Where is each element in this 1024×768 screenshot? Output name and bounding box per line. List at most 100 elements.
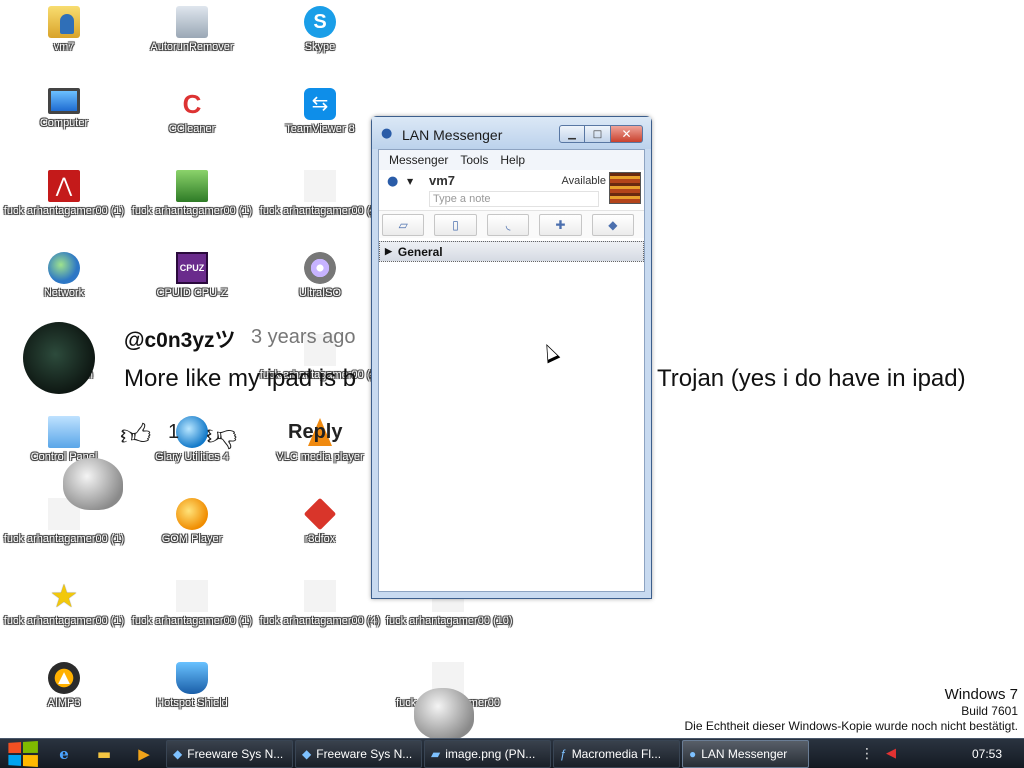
desktop-icon[interactable]: r3dfox: [256, 492, 384, 570]
desktop-icon-label: CCleaner: [168, 123, 216, 135]
desktop-icon[interactable]: GOM Player: [128, 492, 256, 570]
macromedia-icon: ƒ: [560, 746, 567, 761]
glary-utilities-icon: [176, 416, 208, 448]
profile-panel: ● ▼ vm7 Available Type a note: [379, 170, 644, 210]
aimp-icon: ▲: [48, 662, 80, 694]
desktop-icon[interactable]: ▲ AIMP3: [0, 656, 128, 734]
gom-player-icon: [176, 498, 208, 530]
media-player-icon[interactable]: ▶: [124, 739, 164, 768]
taskbar-item-label: Freeware Sys N...: [316, 746, 413, 761]
desktop-icon-label: VLC media player: [276, 451, 364, 463]
desktop-icon[interactable]: AutorunRemover: [128, 0, 256, 78]
desktop-icon[interactable]: fuck arhantagamer00 (2): [256, 164, 384, 242]
desktop-icon-label: CPUID CPU-Z: [156, 287, 228, 299]
desktop-icon[interactable]: CPUZ CPUID CPU-Z: [128, 246, 256, 324]
broadcast-icon: ◟: [505, 217, 511, 232]
taskbar-item[interactable]: ◆ Freeware Sys N...: [295, 739, 422, 768]
desktop-icon[interactable]: UltraISO: [256, 246, 384, 324]
desktop-icon[interactable]: ⇆ TeamViewer 8: [256, 82, 384, 160]
tray-overflow-icon[interactable]: ⋮: [854, 746, 880, 762]
window-title: LAN Messenger: [402, 127, 503, 143]
desktop-icon-label: fuck arhantagamer00 (1): [3, 205, 125, 217]
desktop-icon[interactable]: Network: [0, 246, 128, 324]
maximize-button[interactable]: □: [585, 125, 611, 143]
menu-help[interactable]: Help: [494, 153, 531, 167]
control-panel-icon: [48, 416, 80, 448]
desktop-icon[interactable]: S Skype: [256, 0, 384, 78]
window-controls: ▁ □ ✕: [559, 125, 643, 143]
desktop-icon-label: Skype: [304, 41, 336, 53]
script-icon: [176, 170, 208, 202]
taskbar-item[interactable]: ▰ image.png (PN...: [424, 739, 551, 768]
toolbar-button-2[interactable]: ◟: [486, 213, 530, 236]
toolbar-button-4[interactable]: ◆: [591, 213, 635, 236]
toolbar-button-1[interactable]: ▯: [434, 213, 477, 236]
desktop-icon-label: fuck arhantagamer00 (1): [131, 205, 253, 217]
desktop-icon-label: UltraISO: [298, 287, 342, 299]
taskbar-item[interactable]: ◆ Freeware Sys N...: [166, 739, 293, 768]
lan-messenger-window[interactable]: ● LAN Messenger ▁ □ ✕ Messenger Tools He…: [371, 116, 652, 599]
taskbar-item[interactable]: ƒ Macromedia Fl...: [553, 739, 680, 768]
toolbar: ▱ ▯ ◟ ✚ ◆: [379, 210, 644, 238]
group-label: General: [397, 244, 443, 259]
menu-messenger[interactable]: Messenger: [383, 153, 454, 167]
desktop-icon-label: GOM Player: [161, 533, 223, 545]
clock[interactable]: 07:53: [902, 747, 1024, 761]
minimize-button[interactable]: ▁: [559, 125, 585, 143]
note-input[interactable]: Type a note: [429, 191, 599, 207]
desktop-icon[interactable]: Computer: [0, 82, 128, 160]
status-person-icon[interactable]: ●: [387, 174, 401, 190]
r3dfox-icon: [303, 497, 337, 531]
desktop-icon-label: fuck arhantagamer00 (2): [259, 205, 381, 217]
blank-file-icon: [304, 580, 336, 612]
close-button[interactable]: ✕: [611, 125, 643, 143]
skype-icon: S: [304, 6, 336, 38]
menu-tools[interactable]: Tools: [454, 153, 494, 167]
start-button[interactable]: [0, 739, 44, 768]
desktop-icon[interactable]: ★ fuck arhantagamer00 (1): [0, 574, 128, 652]
computer-icon: [48, 88, 80, 114]
explorer-folder-icon[interactable]: ▬: [84, 739, 124, 768]
attachment-icon: ▯: [452, 217, 459, 232]
network-icon: [48, 252, 80, 284]
desktop-icon[interactable]: vm7: [0, 0, 128, 78]
pdf-icon: ⋀: [48, 170, 80, 202]
volume-muted-icon[interactable]: ◀: [880, 746, 902, 761]
status-label[interactable]: Available: [562, 175, 606, 187]
desktop-icon[interactable]: fuck arhantagamer00 (4): [256, 574, 384, 652]
avatar[interactable]: [609, 172, 641, 204]
desktop-icon-label: Hotspot Shield: [156, 697, 228, 709]
add-contact-icon: ✚: [555, 217, 566, 232]
taskbar-item-label: Freeware Sys N...: [187, 746, 284, 761]
desktop-icon[interactable]: fuck arhantagamer00 (1): [128, 164, 256, 242]
blob-sprite: [414, 688, 474, 738]
desktop-icon[interactable]: fuck arhantagamer00 (1): [128, 574, 256, 652]
desktop-icon[interactable]: ⋀ fuck arhantagamer00 (1): [0, 164, 128, 242]
reply-label: Reply: [288, 421, 343, 443]
teamviewer-icon: ⇆: [304, 88, 336, 120]
internet-explorer-icon[interactable]: e: [44, 739, 84, 768]
windows-watermark: Windows 7 Build 7601 Die Echtheit dieser…: [684, 686, 1018, 734]
chevron-down-icon[interactable]: ▼: [407, 177, 413, 186]
star-icon: ★: [49, 578, 79, 614]
comment-age: 3 years ago: [251, 326, 356, 348]
group-general[interactable]: ▶ General: [379, 241, 644, 262]
desktop-icon-label: fuck arhantagamer00 (1): [3, 615, 125, 627]
taskbar-item[interactable]: ● LAN Messenger: [682, 739, 809, 768]
blank-file-icon: [176, 580, 208, 612]
desktop-icon-label: TeamViewer 8: [285, 123, 355, 135]
desktop-icon[interactable]: C CCleaner: [128, 82, 256, 160]
like-count: 1: [168, 421, 180, 443]
desktop-icon-label: AutorunRemover: [150, 41, 234, 53]
desktop-icon[interactable]: Hotspot Shield: [128, 656, 256, 734]
ultraiso-icon: [304, 252, 336, 284]
desktop-icon-label: fuck arhantagamer00 (1): [3, 533, 125, 545]
toolbar-button-0[interactable]: ▱: [382, 213, 425, 236]
title-bar[interactable]: ● LAN Messenger ▁ □ ✕: [372, 117, 651, 149]
taskbar-items: ◆ Freeware Sys N... ◆ Freeware Sys N... ▰ ima…: [164, 739, 809, 768]
desktop[interactable]: vm7 AutorunRemover S Skype Computer C CCleaner…: [0, 0, 1024, 738]
freeware-icon: ◆: [173, 746, 183, 761]
toolbar-button-3[interactable]: ✚: [539, 213, 582, 236]
hotspot-shield-icon: [176, 662, 208, 694]
taskbar: e ▬ ▶ ◆ Freeware Sys N... ◆ Freeware Sys N.…: [0, 738, 1024, 768]
